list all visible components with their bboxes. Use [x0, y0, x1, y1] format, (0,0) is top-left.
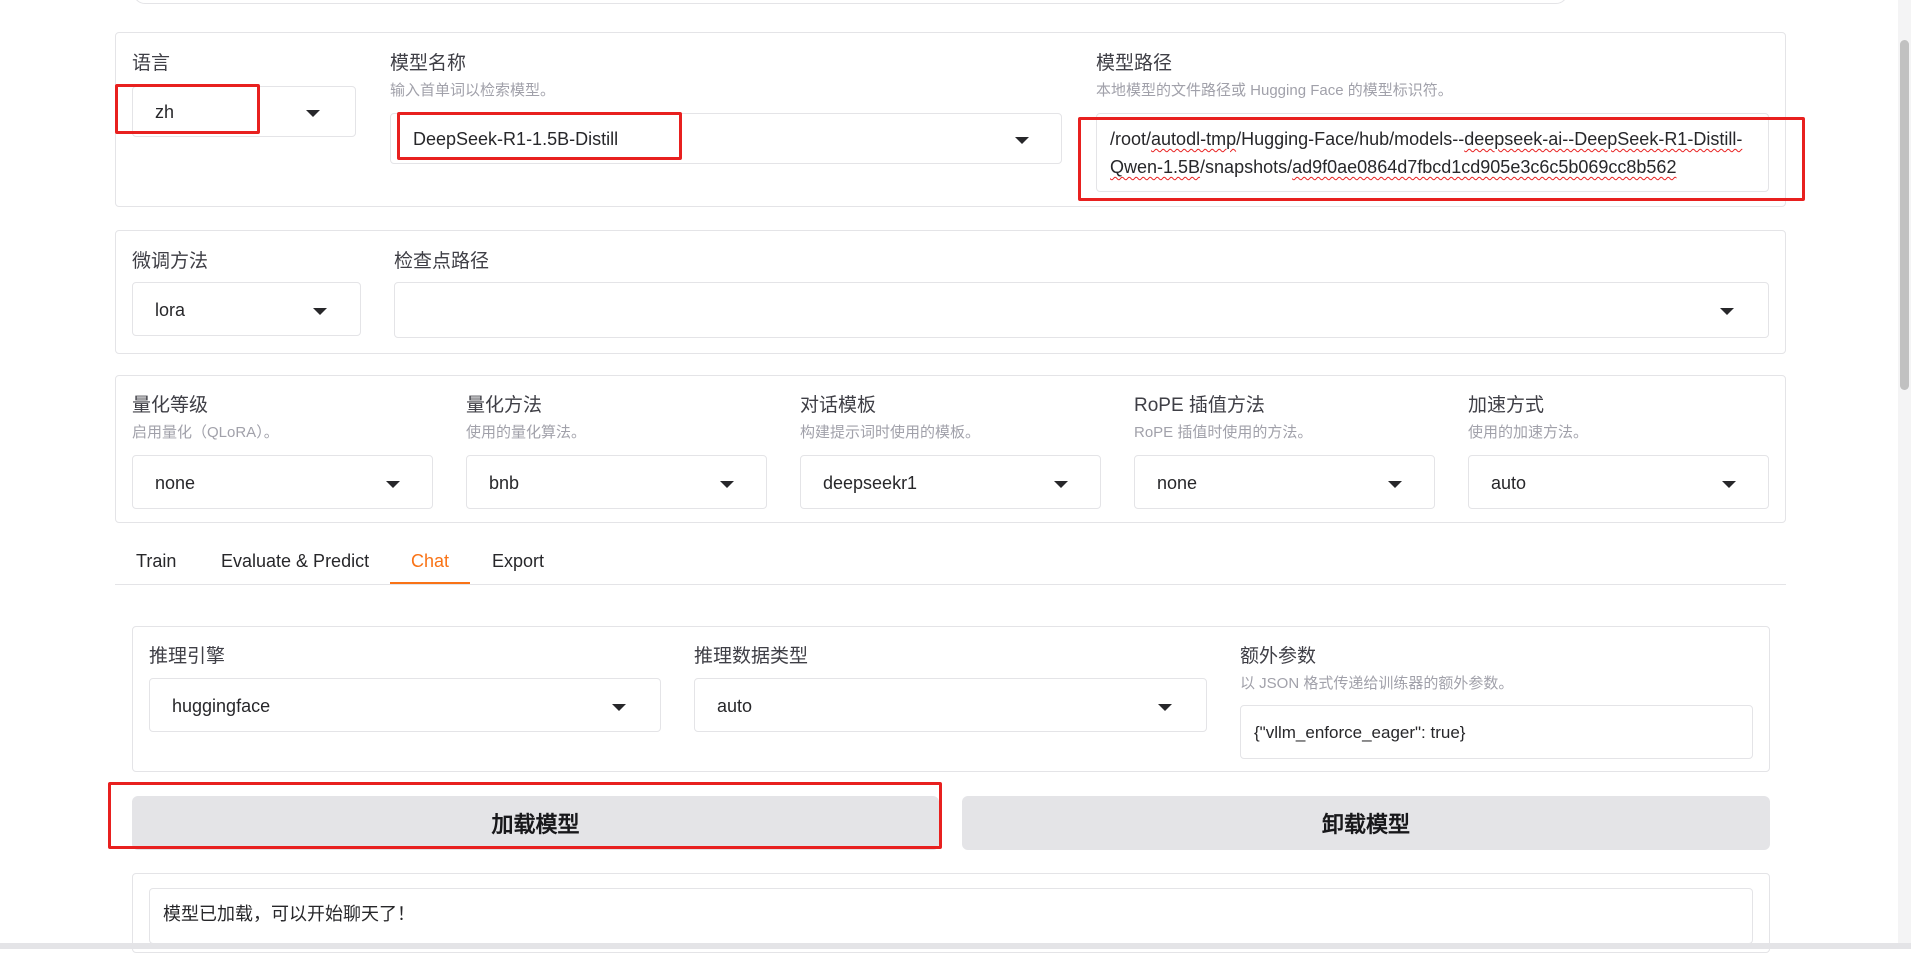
chevron-down-icon	[1388, 481, 1402, 488]
finetune-method-select[interactable]: lora	[132, 282, 361, 336]
model-path-label: 模型路径	[1096, 53, 1173, 74]
chat-template-label: 对话模板	[800, 395, 877, 416]
finetune-method-label: 微调方法	[132, 251, 209, 272]
tab-chat[interactable]: Chat	[411, 551, 449, 572]
chevron-down-icon	[386, 481, 400, 488]
extra-args-input[interactable]: {"vllm_enforce_eager": true}	[1240, 705, 1753, 759]
infer-backend-select[interactable]: huggingface	[149, 678, 661, 732]
rope-scaling-label: RoPE 插值方法	[1134, 395, 1265, 416]
chat-template-select[interactable]: deepseekr1	[800, 455, 1101, 509]
chevron-down-icon	[313, 308, 327, 315]
model-path-info: 本地模型的文件路径或 Hugging Face 的模型标识符。	[1096, 82, 1453, 99]
chat-template-value: deepseekr1	[823, 473, 918, 493]
quant-item: 量化方法 使用的量化算法。 bnb	[466, 390, 767, 510]
rope-scaling-select[interactable]: none	[1134, 455, 1435, 509]
extra-args-label: 额外参数	[1240, 646, 1317, 667]
load-model-highlight-box	[108, 782, 942, 849]
quant-item: RoPE 插值方法 RoPE 插值时使用的方法。 none	[1134, 390, 1435, 510]
infer-backend-label: 推理引擎	[149, 646, 226, 667]
booster-value: auto	[1491, 473, 1527, 493]
quant-item: 量化等级 启用量化（QLoRA）。 none	[132, 390, 433, 510]
chevron-down-icon	[1054, 481, 1068, 488]
infer-dtype-label: 推理数据类型	[694, 646, 809, 667]
top-search-bar[interactable]	[133, 0, 1568, 4]
model-name-highlight-box	[397, 112, 682, 160]
checkpoint-path-label: 检查点路径	[394, 251, 490, 272]
tab-evaluate-predict[interactable]: Evaluate & Predict	[221, 551, 369, 572]
language-highlight-box	[115, 84, 260, 134]
chevron-down-icon	[306, 110, 320, 117]
quant-level-select[interactable]: none	[132, 455, 433, 509]
booster-label: 加速方式	[1468, 395, 1545, 416]
infer-dtype-value: auto	[717, 696, 753, 716]
chevron-down-icon	[1158, 704, 1172, 711]
language-label: 语言	[132, 53, 171, 74]
chevron-down-icon	[1720, 308, 1734, 315]
chat-template-info: 构建提示词时使用的模板。	[800, 424, 981, 441]
extra-args-value: {"vllm_enforce_eager": true}	[1254, 723, 1466, 742]
status-text: 模型已加载，可以开始聊天了！	[163, 904, 415, 924]
status-output: 模型已加载，可以开始聊天了！	[149, 888, 1753, 944]
rope-scaling-info: RoPE 插值时使用的方法。	[1134, 424, 1313, 441]
model-name-info: 输入首单词以检索模型。	[390, 82, 556, 99]
model-name-label: 模型名称	[390, 53, 467, 74]
booster-select[interactable]: auto	[1468, 455, 1769, 509]
quant-method-label: 量化方法	[466, 395, 543, 416]
infer-dtype-select[interactable]: auto	[694, 678, 1207, 732]
window-bottom-bar	[0, 943, 1911, 949]
booster-info: 使用的加速方法。	[1468, 424, 1589, 441]
quant-method-info: 使用的量化算法。	[466, 424, 587, 441]
infer-backend-value: huggingface	[172, 696, 271, 716]
quant-item: 加速方式 使用的加速方法。 auto	[1468, 390, 1769, 510]
quant-item: 对话模板 构建提示词时使用的模板。 deepseekr1	[800, 390, 1101, 510]
active-tab-indicator	[390, 582, 470, 584]
unload-model-button[interactable]: 卸载模型	[962, 796, 1770, 850]
chevron-down-icon	[612, 704, 626, 711]
extra-args-info: 以 JSON 格式传递给训练器的额外参数。	[1240, 675, 1514, 692]
chevron-down-icon	[720, 481, 734, 488]
scrollbar-thumb[interactable]	[1900, 40, 1909, 390]
quant-method-select[interactable]: bnb	[466, 455, 767, 509]
tab-train[interactable]: Train	[136, 551, 176, 572]
chevron-down-icon	[1015, 137, 1029, 144]
model-path-highlight-box	[1078, 117, 1805, 201]
finetune-method-value: lora	[155, 300, 186, 320]
checkpoint-path-select[interactable]	[394, 282, 1769, 338]
rope-scaling-value: none	[1157, 473, 1198, 493]
chevron-down-icon	[1722, 481, 1736, 488]
tab-export[interactable]: Export	[492, 551, 544, 572]
quant-method-value: bnb	[489, 473, 520, 493]
quant-level-value: none	[155, 473, 196, 493]
quant-level-label: 量化等级	[132, 395, 209, 416]
quant-level-info: 启用量化（QLoRA）。	[132, 424, 279, 441]
